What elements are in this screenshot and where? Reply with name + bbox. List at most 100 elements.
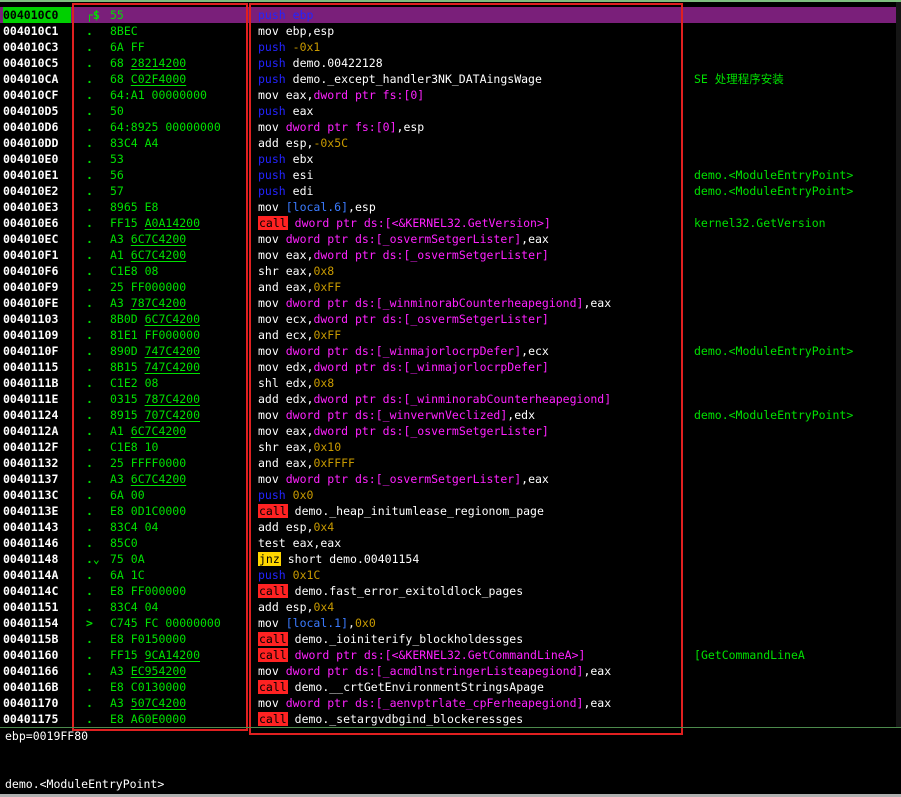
disasm-row[interactable]: 004010F9. 25 FF000000 and eax,0xFF — [0, 279, 901, 295]
instr-mnemonic: mov — [258, 200, 279, 214]
disasm-row[interactable]: 0040114C. E8 FF000000 call demo.fast_error… — [0, 583, 901, 599]
disasm-row[interactable]: 00401148 .⌄ 75 0A jnz short demo.00401154 — [0, 551, 901, 567]
instr-mnemonic: and — [258, 280, 279, 294]
row-hex-bytes: FF15 A0A14200 — [110, 215, 246, 231]
row-hex-bytes: 50 — [110, 103, 246, 119]
row-hex-bytes: 55 — [110, 7, 246, 23]
row-address: 004010E0 — [3, 152, 59, 166]
instr-immediate: 0xFF — [313, 328, 342, 342]
hex-opcode: A1 — [110, 248, 131, 262]
disasm-row[interactable]: 004010D6. 64:8925 00000000 mov dword ptr f… — [0, 119, 901, 135]
hex-opcode: 890D — [110, 344, 145, 358]
disasm-row[interactable]: 004010E2. 57 push edi demo.<ModuleEntryPoin… — [0, 183, 901, 199]
row-hex-bytes: 53 — [110, 151, 246, 167]
instr-symbol-operand: short demo.00401154 — [287, 552, 420, 566]
instr-memory-operand: dword ptr ds:[_osvermSetgerLister] — [313, 424, 549, 438]
hex-address-operand: 507C4200 — [130, 696, 187, 710]
disasm-row[interactable]: 00401146. 85C0 test eax,eax — [0, 535, 901, 551]
disassembly-listing[interactable]: 004010C0 ┌$ 55 push ebp 004010C1. 8BEC mov ebp… — [0, 7, 901, 727]
disasm-row[interactable]: 00401154 > C745 FC 00000000 mov [local.1],0… — [0, 615, 901, 631]
disasm-row[interactable]: 0040114A. 6A 1C push 0x1C — [0, 567, 901, 583]
disasm-row[interactable]: 004010E1. 56 push esi demo.<ModuleEntryPoin… — [0, 167, 901, 183]
disasm-row[interactable]: 004010C0 ┌$ 55 push ebp — [0, 7, 901, 23]
disasm-row[interactable]: 004010E6. FF15 A0A14200 call dword ptr ds:… — [0, 215, 901, 231]
row-address: 004010E1 — [3, 168, 59, 182]
disasm-row[interactable]: 0040111E. 0315 787C4200 add edx,dword ptr … — [0, 391, 901, 407]
row-hex-bytes: 64:8925 00000000 — [110, 119, 246, 135]
hex-address-operand: 6C7C4200 — [130, 424, 187, 438]
disasm-row[interactable]: 004010D5. 50 push eax — [0, 103, 901, 119]
instr-space — [288, 632, 295, 646]
row-address: 00401175 — [3, 712, 59, 726]
disasm-row[interactable]: 00401175. E8 A60E0000 call demo._setargvdb… — [0, 711, 901, 727]
disasm-row[interactable]: 004010E0. 53 push ebx — [0, 151, 901, 167]
row-hex-bytes: A3 787C4200 — [110, 295, 246, 311]
disasm-row[interactable]: 0040115B. E8 F0150000 call demo._ioiniteri… — [0, 631, 901, 647]
disasm-row[interactable]: 004010C3. 6A FF push -0x1 — [0, 39, 901, 55]
hex-address-operand: 747C4200 — [144, 360, 201, 374]
disasm-row[interactable]: 004010CF. 64:A1 00000000 mov eax,dword ptr… — [0, 87, 901, 103]
row-flow-marker: . — [86, 696, 93, 710]
row-flow-marker: . — [86, 56, 93, 70]
row-address: 004010CA — [3, 72, 59, 86]
row-flow-marker: . — [86, 200, 93, 214]
instr-space — [288, 216, 295, 230]
disasm-row[interactable]: 004010FE. A3 787C4200 mov dword ptr ds:[_w… — [0, 295, 901, 311]
disasm-row[interactable]: 004010EC. A3 6C7C4200 mov dword ptr ds:[_o… — [0, 231, 901, 247]
disasm-row[interactable]: 004010CA. 68 C02F4000 push demo._except_ha… — [0, 71, 901, 87]
disasm-row[interactable]: 0040110F. 890D 747C4200 mov dword ptr ds:[… — [0, 343, 901, 359]
instr-mnemonic: shl — [258, 376, 279, 390]
disasm-row[interactable]: 00401166. A3 EC954200 mov dword ptr ds:[_a… — [0, 663, 901, 679]
disasm-row[interactable]: 00401132. 25 FFFF0000 and eax,0xFFFF — [0, 455, 901, 471]
row-hex-bytes: 6A FF — [110, 39, 246, 55]
disasm-row[interactable]: 0040113C. 6A 00 push 0x0 — [0, 487, 901, 503]
disasm-row[interactable]: 00401170. A3 507C4200 mov dword ptr ds:[_a… — [0, 695, 901, 711]
instr-space — [279, 456, 286, 470]
disasm-row[interactable]: 00401109. 81E1 FF000000 and ecx,0xFF — [0, 327, 901, 343]
instr-register: ebp — [292, 8, 314, 22]
hex-opcode: FF15 — [110, 648, 145, 662]
hex-opcode: 68 — [110, 72, 131, 86]
disasm-row[interactable]: 0040113E. E8 0D1C0000 call demo._heap_init… — [0, 503, 901, 519]
disasm-row[interactable]: 0040111B. C1E2 08 shl edx,0x8 — [0, 375, 901, 391]
instr-space — [279, 440, 286, 454]
instr-call-mnemonic: call — [258, 712, 288, 726]
disasm-row[interactable]: 0040112F. C1E8 10 shr eax,0x10 — [0, 439, 901, 455]
row-instruction: push ebx — [258, 151, 678, 167]
vertical-scrollbar[interactable] — [896, 2, 901, 727]
disasm-row[interactable]: 004010C5. 68 28214200 push demo.00422128 — [0, 55, 901, 71]
instr-register: esp — [313, 24, 335, 38]
disasm-row[interactable]: 00401115. 8B15 747C4200 mov edx,dword ptr … — [0, 359, 901, 375]
instr-space — [279, 696, 286, 710]
disasm-row[interactable]: 00401160. FF15 9CA14200 call dword ptr ds:… — [0, 647, 901, 663]
disasm-row[interactable]: 004010F1. A1 6C7C4200 mov eax,dword ptr ds… — [0, 247, 901, 263]
instr-space — [279, 232, 286, 246]
row-instruction: call demo._heap_initumlease_regionom_pag… — [258, 503, 678, 519]
row-flow-marker: . — [86, 216, 93, 230]
instr-mnemonic: push — [258, 152, 286, 166]
disasm-row[interactable]: 00401124. 8915 707C4200 mov dword ptr ds:[… — [0, 407, 901, 423]
disasm-row[interactable]: 004010F6. C1E8 08 shr eax,0x8 — [0, 263, 901, 279]
row-hex-bytes: 6A 1C — [110, 567, 246, 583]
instr-mnemonic: push — [258, 8, 286, 22]
disasm-row[interactable]: 004010C1. 8BEC mov ebp,esp — [0, 23, 901, 39]
instr-space — [279, 120, 286, 134]
hex-opcode: 8B15 — [110, 360, 145, 374]
disasm-row[interactable]: 00401143. 83C4 04 add esp,0x4 — [0, 519, 901, 535]
disasm-row[interactable]: 0040116B. E8 C0130000 call demo.__crtGetEn… — [0, 679, 901, 695]
disasm-row[interactable]: 00401137. A3 6C7C4200 mov dword ptr ds:[_o… — [0, 471, 901, 487]
instr-mnemonic: test — [258, 536, 286, 550]
instr-symbol-operand: demo._except_handler3NK_DATAingsWage — [292, 72, 542, 86]
disasm-row[interactable]: 004010E3. 8965 E8 mov [local.6],esp — [0, 199, 901, 215]
row-address: 00401137 — [3, 472, 59, 486]
instr-mnemonic: mov — [258, 616, 279, 630]
instr-space — [288, 680, 295, 694]
disasm-row[interactable]: 004010DD. 83C4 A4 add esp,-0x5C — [0, 135, 901, 151]
disasm-row[interactable]: 0040112A. A1 6C7C4200 mov eax,dword ptr ds… — [0, 423, 901, 439]
hex-opcode: E8 F0150000 — [110, 632, 187, 646]
comment-text: demo.<ModuleEntryPoint> — [694, 344, 854, 358]
hex-opcode: E8 0D1C0000 — [110, 504, 187, 518]
disasm-row[interactable]: 00401103. 8B0D 6C7C4200 mov ecx,dword ptr … — [0, 311, 901, 327]
disasm-row[interactable]: 00401151. 83C4 04 add esp,0x4 — [0, 599, 901, 615]
row-instruction: shr eax,0x10 — [258, 439, 678, 455]
